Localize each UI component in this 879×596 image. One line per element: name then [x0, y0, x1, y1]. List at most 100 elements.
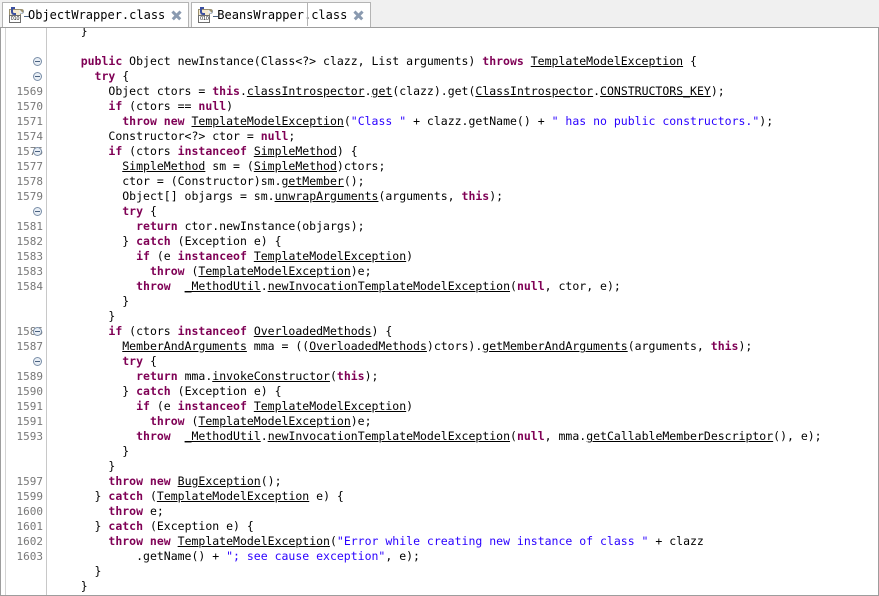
close-icon[interactable]: [171, 10, 182, 21]
code-token: }: [94, 564, 102, 578]
code-token: Object newInstance(Class<?> clazz, List …: [129, 54, 483, 68]
fold-collapse-icon[interactable]: [33, 147, 42, 156]
fold-collapse-icon[interactable]: [33, 327, 42, 336]
code-area[interactable]: } public Object newInstance(Class<?> cla…: [47, 28, 878, 595]
code-token: );: [710, 84, 725, 98]
code-line: if (e instanceof TemplateModelException): [53, 399, 878, 414]
fold-collapse-icon[interactable]: [33, 57, 42, 66]
code-token: _MethodUtil: [184, 429, 261, 443]
code-line: } catch (Exception e) {: [53, 384, 878, 399]
line-number: [1, 54, 46, 69]
line-number: 1583: [16, 250, 44, 263]
code-token: + clazz.getName() +: [406, 114, 552, 128]
code-line: return mma.invokeConstructor(this);: [53, 369, 878, 384]
code-token: public: [80, 54, 130, 68]
code-token: instanceof: [177, 399, 254, 413]
line-number: 1597: [16, 475, 44, 488]
code-line: if (ctors == null): [53, 99, 878, 114]
line-number: 1571: [16, 115, 44, 128]
code-token: instanceof: [177, 249, 254, 263]
code-token: throw new: [108, 534, 178, 548]
code-token: ): [406, 249, 414, 263]
line-number: 1583: [16, 265, 44, 278]
code-line: if (ctors instanceof OverloadedMethods) …: [53, 324, 878, 339]
code-token: {: [683, 54, 697, 68]
code-token: ();: [260, 474, 282, 488]
code-token: "Error while creating new instance of cl…: [336, 534, 649, 548]
code-token: TemplateModelException: [530, 54, 684, 68]
code-token: TemplateModelException: [253, 249, 407, 263]
code-token: }: [94, 489, 109, 503]
code-token: unwrapArguments: [274, 189, 379, 203]
code-token: this: [212, 84, 240, 98]
code-token: );: [489, 189, 504, 203]
code-token: throws: [482, 54, 531, 68]
tab-object-wrapper[interactable]: 010 ObjectWrapper.class: [2, 2, 190, 27]
code-token: getCallableMemberDescriptor: [586, 429, 774, 443]
code-token: )ctors;: [336, 159, 386, 173]
code-token: throw new: [108, 474, 178, 488]
code-token: (arguments,: [378, 189, 462, 203]
code-token: SimpleMethod: [253, 144, 337, 158]
editor-gutter[interactable]: 1569 1570 1571 1574 1576 1577 1578 1579 1581 1582…: [1, 28, 47, 595]
code-token: BugException: [177, 474, 261, 488]
code-token: }: [108, 459, 116, 473]
code-token: ): [226, 99, 234, 113]
code-token: sm = (: [205, 159, 254, 173]
code-line: throw new TemplateModelException("Class …: [53, 114, 878, 129]
line-number: 1574: [16, 130, 44, 143]
line-number: 1603: [16, 550, 44, 563]
code-token: if: [108, 324, 130, 338]
fold-collapse-icon[interactable]: [33, 357, 42, 366]
code-line: }: [53, 444, 878, 459]
code-token: .getName() +: [136, 549, 227, 563]
code-token: )e;: [350, 264, 372, 278]
code-token: );: [759, 114, 774, 128]
tab-label: BeansWrapper.class: [217, 8, 348, 22]
code-token: this: [336, 369, 365, 383]
code-line: throw (TemplateModelException)e;: [53, 414, 878, 429]
code-token: (ctors: [129, 324, 178, 338]
code-token: "Class ": [350, 114, 407, 128]
code-token: throw: [149, 264, 192, 278]
code-token: (Exception e) {: [149, 519, 254, 533]
code-token: }: [108, 309, 116, 323]
code-token: null: [198, 99, 227, 113]
code-token: if: [108, 99, 130, 113]
code-token: throw new: [122, 114, 192, 128]
code-token: ) {: [336, 144, 358, 158]
code-token: Constructor<?> ctor =: [108, 129, 261, 143]
line-number: [1, 39, 46, 54]
code-editor[interactable]: 1569 1570 1571 1574 1576 1577 1578 1579 1581 1582…: [0, 28, 879, 596]
code-token: TemplateModelException: [198, 264, 351, 278]
line-number: 1570: [16, 100, 44, 113]
code-token: mma.: [184, 369, 213, 383]
code-token: getMember: [281, 174, 344, 188]
code-token: TemplateModelException: [177, 534, 330, 548]
code-token: (: [510, 429, 517, 443]
line-number: 1576: [16, 145, 44, 158]
code-line: throw new TemplateModelException("Error …: [53, 534, 878, 549]
code-token: SimpleMethod: [253, 159, 337, 173]
code-token: e) {: [309, 489, 344, 503]
code-line: MemberAndArguments mma = ((OverloadedMet…: [53, 339, 878, 354]
code-token: instanceof: [177, 144, 254, 158]
code-token: .: [364, 84, 372, 98]
close-icon[interactable]: [353, 10, 364, 21]
code-token: (ctors ==: [129, 99, 199, 113]
code-token: " has no public constructors.": [551, 114, 760, 128]
code-token: .: [239, 84, 247, 98]
line-number: 1582: [16, 235, 44, 248]
code-token: )ctors).: [426, 339, 483, 353]
editor-tab-bar: 010 ObjectWrapper.class 010 BeansWrapper…: [0, 0, 879, 28]
code-line: } catch (Exception e) {: [53, 519, 878, 534]
code-token: , ctor, e);: [544, 279, 621, 293]
code-line: .getName() + "; see cause exception", e)…: [53, 549, 878, 564]
tab-beans-wrapper[interactable]: 010 BeansWrapper.class: [191, 2, 372, 27]
fold-collapse-icon[interactable]: [33, 207, 42, 216]
fold-collapse-icon[interactable]: [33, 72, 42, 81]
code-token: return: [136, 219, 185, 233]
line-number: [1, 459, 46, 474]
code-token: if: [136, 399, 157, 413]
